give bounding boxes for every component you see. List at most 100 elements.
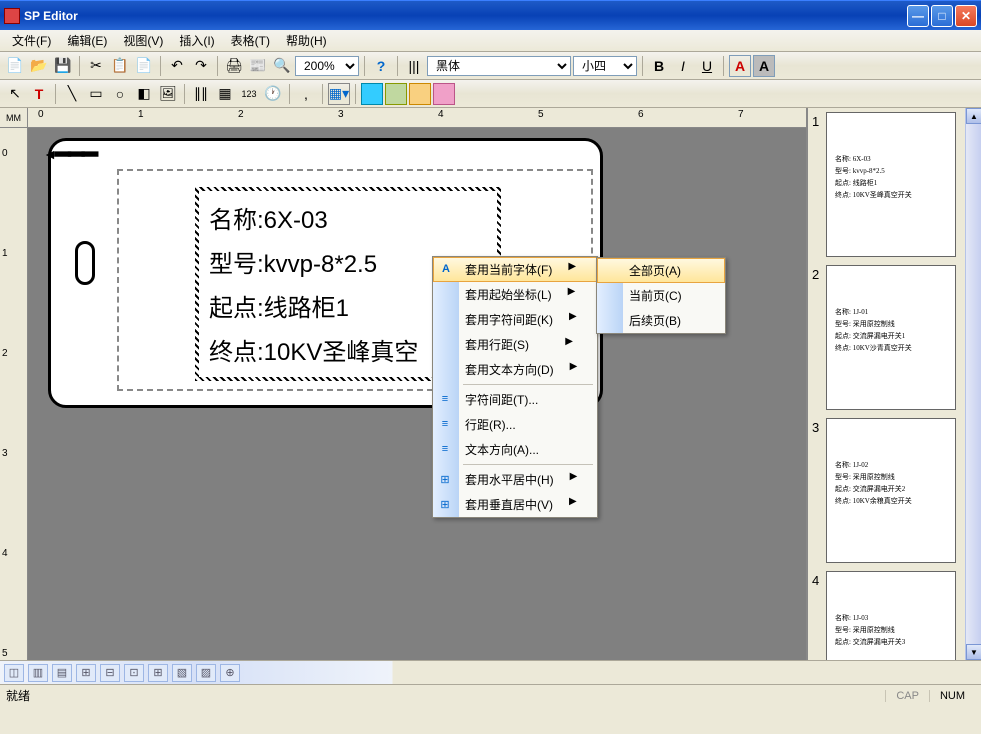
menu-view[interactable]: 视图(V) xyxy=(115,30,171,51)
canvas[interactable]: ━━━ 名称:6X-03 型号:kvvp-8*2.5 起点:线路柜1 终点:10… xyxy=(28,128,806,660)
color-orange[interactable] xyxy=(409,83,431,105)
table-tool[interactable]: ▦▾ xyxy=(328,83,350,105)
color-green[interactable] xyxy=(385,83,407,105)
help-button[interactable]: ? xyxy=(370,55,392,77)
minimize-button[interactable]: — xyxy=(907,5,929,27)
paste-button[interactable]: 📄 xyxy=(133,55,155,77)
zoom-button[interactable]: 🔍 xyxy=(271,55,293,77)
maximize-button[interactable]: □ xyxy=(931,5,953,27)
clock-icon: 🕐 xyxy=(264,85,281,102)
strip3-icon: ≡ xyxy=(437,441,453,457)
separator xyxy=(217,56,218,76)
thumbnail-text-line: 终点: 10KV余粮真空开关 xyxy=(835,495,947,507)
barcode-tool[interactable]: ∥∥ xyxy=(190,83,212,105)
separator xyxy=(55,84,56,104)
callout-tool[interactable]: ◧ xyxy=(133,83,155,105)
submenu-item[interactable]: 后续页(B) xyxy=(597,308,725,333)
select-tool[interactable]: ▦ xyxy=(214,83,236,105)
font-size-combo[interactable]: 小四 xyxy=(573,56,637,76)
tool-btn-4[interactable]: ⊞ xyxy=(76,664,96,682)
new-icon: 📄 xyxy=(6,57,23,74)
main-area: MM 0 1 2 3 4 5 6 7 0 1 2 3 4 5 ━━━ xyxy=(0,108,981,660)
cut-button[interactable]: ✂ xyxy=(85,55,107,77)
scroll-down-button[interactable]: ▼ xyxy=(966,644,981,660)
thumbnail-item[interactable]: 4名称: 1J-03型号: 采用原控制线起点: 交流屏漏电开关3 xyxy=(808,567,981,660)
tool-btn-6[interactable]: ⊡ xyxy=(124,664,144,682)
canvas-wrapper: MM 0 1 2 3 4 5 6 7 0 1 2 3 4 5 ━━━ xyxy=(0,108,806,660)
context-menu-item[interactable]: 文本方向(A)...≡ xyxy=(433,437,597,462)
grid-icon: ⊞ xyxy=(437,496,453,512)
tool-btn-5[interactable]: ⊟ xyxy=(100,664,120,682)
lines-button[interactable]: ||| xyxy=(403,55,425,77)
context-menu-item[interactable]: 套用垂直居中(V)▶⊞ xyxy=(433,492,597,517)
bold-button[interactable]: B xyxy=(648,55,670,77)
open-icon: 📂 xyxy=(30,57,47,74)
open-button[interactable]: 📂 xyxy=(28,55,50,77)
menu-table[interactable]: 表格(T) xyxy=(223,30,278,51)
separator xyxy=(160,56,161,76)
font-family-combo[interactable]: 黑体 xyxy=(427,56,571,76)
text-tool[interactable]: T xyxy=(28,83,50,105)
menu-edit[interactable]: 编辑(E) xyxy=(59,30,115,51)
menu-insert[interactable]: 插入(I) xyxy=(171,30,222,51)
preview-button[interactable]: 📰 xyxy=(247,55,269,77)
tool-btn-3[interactable]: ▤ xyxy=(52,664,72,682)
print-button[interactable]: 🖨 xyxy=(223,55,245,77)
circle-tool[interactable]: ○ xyxy=(109,83,131,105)
menu-item-label: 套用当前字体(F) xyxy=(465,261,552,278)
context-menu-item[interactable]: 套用文本方向(D)▶ xyxy=(433,357,597,382)
highlight-button[interactable]: A xyxy=(753,55,775,77)
italic-button[interactable]: I xyxy=(672,55,694,77)
thumbnail-item[interactable]: 3名称: 1J-02型号: 采用原控制线起点: 交流屏漏电开关2终点: 10KV… xyxy=(808,414,981,567)
thumbnails-scrollbar[interactable]: ▲ ▼ xyxy=(965,108,981,660)
context-menu-item[interactable]: 套用行距(S)▶ xyxy=(433,332,597,357)
undo-icon: ↶ xyxy=(171,57,183,74)
line-tool[interactable]: ╲ xyxy=(61,83,83,105)
underline-button[interactable]: U xyxy=(696,55,718,77)
submenu-arrow-icon: ▶ xyxy=(568,261,576,278)
menu-file[interactable]: 文件(F) xyxy=(4,30,59,51)
context-menu-item[interactable]: 套用水平居中(H)▶⊞ xyxy=(433,467,597,492)
scroll-up-button[interactable]: ▲ xyxy=(966,108,981,124)
close-button[interactable]: ✕ xyxy=(955,5,977,27)
thumbnail-item[interactable]: 1名称: 6X-03型号: kvvp-8*2.5起点: 线路柜1终点: 10KV… xyxy=(808,108,981,261)
menu-item-label: 套用起始坐标(L) xyxy=(465,286,552,303)
tool-btn-7[interactable]: ⊞ xyxy=(148,664,168,682)
color-cyan[interactable] xyxy=(361,83,383,105)
context-menu-item[interactable]: 套用起始坐标(L)▶ xyxy=(433,282,597,307)
tool-btn-10[interactable]: ⊕ xyxy=(220,664,240,682)
thumbnail-item[interactable]: 2名称: 1J-01型号: 采用原控制线起点: 交流屏漏电开关1终点: 10KV… xyxy=(808,261,981,414)
comma-tool[interactable]: , xyxy=(295,83,317,105)
submenu-arrow-icon: ▶ xyxy=(570,361,578,378)
thumbnail-number: 3 xyxy=(812,418,826,563)
submenu-item[interactable]: 当前页(C) xyxy=(597,283,725,308)
copy-button[interactable]: 📋 xyxy=(109,55,131,77)
new-button[interactable]: 📄 xyxy=(4,55,26,77)
title-bar: SP Editor — □ ✕ xyxy=(0,0,981,30)
tool-btn-9[interactable]: ▨ xyxy=(196,664,216,682)
text-color-button[interactable]: A xyxy=(729,55,751,77)
rect-tool[interactable]: ▭ xyxy=(85,83,107,105)
thumbnail-preview: 名称: 6X-03型号: kvvp-8*2.5起点: 线路柜1终点: 10KV圣… xyxy=(826,112,956,257)
tool-btn-2[interactable]: ▥ xyxy=(28,664,48,682)
image-tool[interactable]: 🖼 xyxy=(157,83,179,105)
pointer-icon: ↖ xyxy=(9,85,21,102)
tool-btn-1[interactable]: ◫ xyxy=(4,664,24,682)
undo-button[interactable]: ↶ xyxy=(166,55,188,77)
zoom-combo[interactable]: 200% xyxy=(295,56,359,76)
separator xyxy=(642,56,643,76)
context-menu-item[interactable]: 行距(R)...≡ xyxy=(433,412,597,437)
number-tool[interactable]: 123 xyxy=(238,83,260,105)
pointer-tool[interactable]: ↖ xyxy=(4,83,26,105)
context-menu-item[interactable]: 字符间距(T)...≡ xyxy=(433,387,597,412)
clock-tool[interactable]: 🕐 xyxy=(262,83,284,105)
color-pink[interactable] xyxy=(433,83,455,105)
redo-button[interactable]: ↷ xyxy=(190,55,212,77)
menu-help[interactable]: 帮助(H) xyxy=(278,30,335,51)
status-cap: CAP xyxy=(885,690,929,702)
context-menu-item[interactable]: 套用字符间距(K)▶ xyxy=(433,307,597,332)
submenu-item[interactable]: 全部页(A) xyxy=(597,258,725,283)
save-button[interactable]: 💾 xyxy=(52,55,74,77)
context-menu-item[interactable]: 套用当前字体(F)▶A全部页(A)当前页(C)后续页(B) xyxy=(433,257,597,282)
tool-btn-8[interactable]: ▧ xyxy=(172,664,192,682)
